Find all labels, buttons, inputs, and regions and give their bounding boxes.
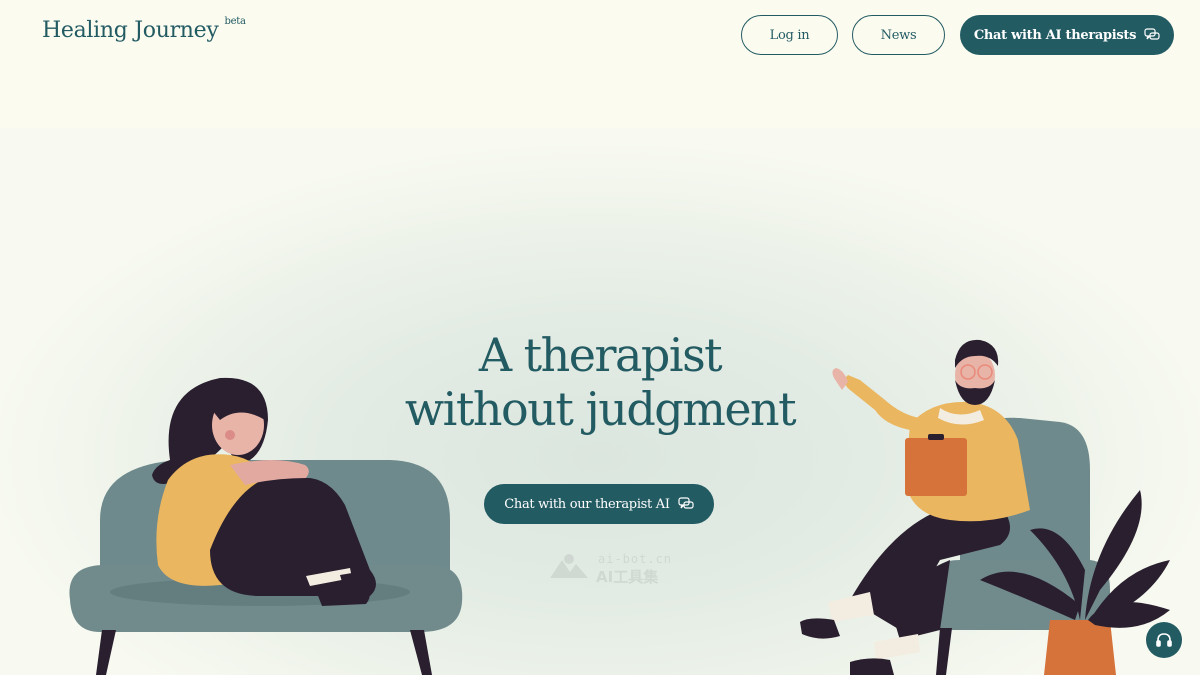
watermark-url: ai-bot.cn <box>598 552 673 566</box>
chat-ai-therapists-button[interactable]: Chat with AI therapists <box>960 15 1174 55</box>
chat-therapist-ai-label: Chat with our therapist AI <box>504 496 670 512</box>
brand-name: Healing Journey <box>42 18 219 43</box>
headline-line-2: without judgment <box>404 382 797 436</box>
watermark-logo-icon <box>550 554 588 578</box>
headline-line-1: A therapist <box>478 328 723 382</box>
news-label: News <box>880 27 917 43</box>
news-button[interactable]: News <box>852 15 945 55</box>
chat-ai-therapists-label: Chat with AI therapists <box>973 27 1137 43</box>
therapist-in-chair-illustration <box>800 339 1170 675</box>
login-button[interactable]: Log in <box>741 15 838 55</box>
brand-logo[interactable]: Healing Journey beta <box>42 16 246 43</box>
watermark: ai-bot.cn AI工具集 <box>548 552 688 586</box>
chat-therapist-ai-button[interactable]: Chat with our therapist AI <box>484 484 714 524</box>
support-chat-button[interactable] <box>1146 622 1182 658</box>
watermark-name: AI工具集 <box>596 568 659 586</box>
hero-headline: A therapist without judgment <box>350 328 850 436</box>
beta-badge: beta <box>224 16 246 27</box>
chat-bubbles-icon <box>1144 28 1160 42</box>
headset-icon <box>1156 633 1172 647</box>
login-label: Log in <box>769 27 810 43</box>
chat-bubbles-icon <box>678 497 694 511</box>
site-header: Healing Journey beta Log in News Chat wit… <box>0 0 1200 70</box>
